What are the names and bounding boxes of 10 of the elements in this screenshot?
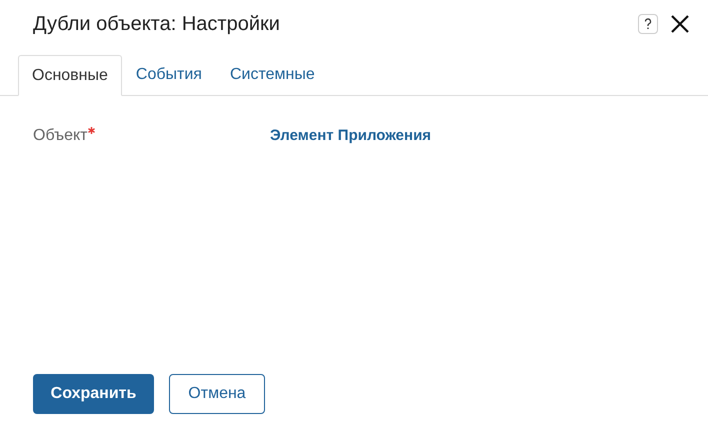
help-icon[interactable] (638, 14, 658, 34)
window-title: Дубли объекта: Настройки (33, 12, 281, 37)
cancel-button[interactable]: Отмена (169, 374, 265, 414)
close-icon[interactable] (670, 14, 690, 34)
field-value[interactable]: Элемент Приложения (270, 124, 432, 148)
save-button[interactable]: Сохранить (33, 374, 154, 414)
tab[interactable]: Основные (18, 55, 122, 96)
tab[interactable]: Системные (216, 54, 329, 95)
tab[interactable]: События (122, 54, 216, 95)
field-label: Объект (33, 126, 88, 146)
